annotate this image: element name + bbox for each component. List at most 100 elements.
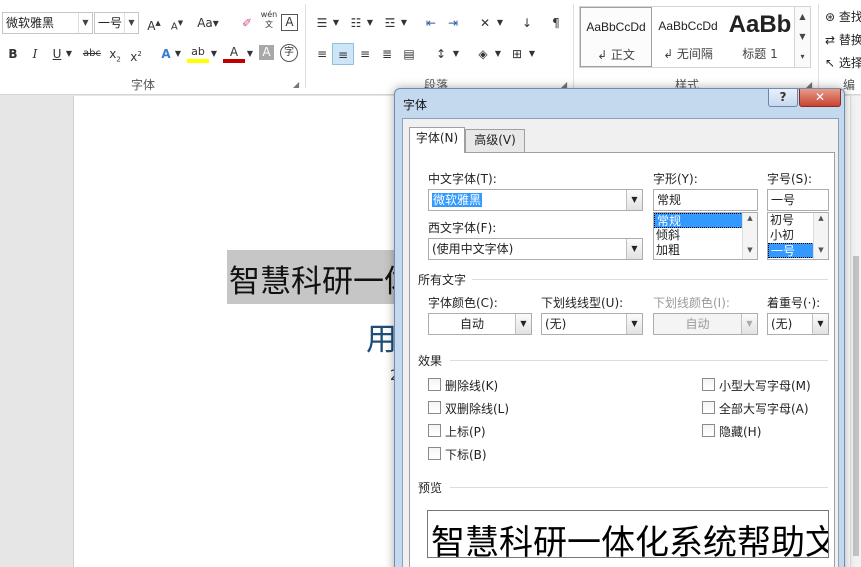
chevron-down-icon[interactable]: ▼ <box>450 43 462 65</box>
superscript-checkbox[interactable] <box>428 424 441 437</box>
shrink-font-icon[interactable]: A▼ <box>166 12 188 34</box>
sort-icon[interactable]: ↓ <box>516 12 538 34</box>
select-button[interactable]: ↖ 选择 <box>825 54 861 71</box>
superscript-label[interactable]: 上标(P) <box>445 423 486 440</box>
strikethrough-checkbox[interactable] <box>428 378 441 391</box>
document-title-text[interactable]: 智慧科研一体 <box>229 256 415 301</box>
chevron-down-icon[interactable]: ▼ <box>330 12 342 34</box>
subscript-icon[interactable]: x2 <box>104 43 126 65</box>
document-subtitle-text[interactable]: 用 <box>366 314 397 359</box>
chevron-down-icon[interactable]: ▼ <box>526 43 538 65</box>
font-size-input[interactable]: 一号 <box>767 189 829 211</box>
justify-icon[interactable]: ≣ <box>376 43 398 65</box>
chevron-down-icon[interactable]: ▼ <box>515 314 531 334</box>
enclose-characters-icon[interactable]: 字 <box>280 44 298 62</box>
gallery-scroll-down-icon[interactable]: ▼ <box>794 27 810 47</box>
chevron-down-icon[interactable]: ▼ <box>812 314 828 334</box>
chevron-down-icon[interactable]: ▼ <box>494 12 506 34</box>
chevron-down-icon[interactable]: ▼ <box>172 43 184 65</box>
replace-button[interactable]: ⇄ 替换 <box>825 31 861 48</box>
chevron-down-icon[interactable]: ▼ <box>626 239 642 259</box>
style-heading-1[interactable]: AaBb 标题 1 <box>724 7 796 67</box>
all-caps-label[interactable]: 全部大写字母(A) <box>719 400 809 417</box>
scroll-up-icon[interactable]: ▲ <box>743 214 757 222</box>
borders-icon[interactable]: ⊞ <box>506 43 528 65</box>
decrease-indent-icon[interactable]: ⇤ <box>420 12 442 34</box>
show-marks-icon[interactable]: ¶ <box>545 12 567 34</box>
chevron-down-icon[interactable]: ▼ <box>364 12 376 34</box>
section-divider <box>450 487 828 488</box>
scroll-down-icon[interactable]: ▼ <box>743 246 757 254</box>
font-color-icon[interactable]: A <box>223 43 245 63</box>
hidden-checkbox[interactable] <box>702 424 715 437</box>
chevron-down-icon[interactable]: ▼ <box>492 43 504 65</box>
scroll-up-icon[interactable]: ▲ <box>814 214 828 222</box>
shading-icon[interactable]: ◈ <box>472 43 494 65</box>
style-normal[interactable]: AaBbCcDd ↲ 正文 <box>580 7 652 67</box>
distributed-icon[interactable]: ▤ <box>398 43 420 65</box>
hidden-label[interactable]: 隐藏(H) <box>719 423 761 440</box>
increase-indent-icon[interactable]: ⇥ <box>442 12 464 34</box>
scroll-down-icon[interactable]: ▼ <box>814 246 828 254</box>
chevron-down-icon[interactable]: ▼ <box>208 43 220 65</box>
character-shading-icon[interactable]: A <box>259 45 274 60</box>
underline-style-value: (无) <box>545 317 567 331</box>
line-spacing-icon[interactable]: ↕ <box>430 43 452 65</box>
chevron-down-icon[interactable]: ▼ <box>62 43 76 65</box>
cn-font-combo[interactable]: 微软雅黑 ▼ <box>428 189 643 211</box>
help-button[interactable]: ? <box>768 89 798 107</box>
phonetic-guide-icon[interactable]: wén 文 <box>258 10 280 32</box>
emphasis-mark-combo[interactable]: (无) ▼ <box>767 313 829 335</box>
subscript-label[interactable]: 下标(B) <box>445 446 487 463</box>
all-caps-checkbox[interactable] <box>702 401 715 414</box>
list-scrollbar[interactable]: ▲ ▼ <box>813 213 828 259</box>
gallery-more-icon[interactable]: ▾ <box>794 47 810 67</box>
strikethrough-icon[interactable]: abc <box>80 43 104 65</box>
character-border-icon[interactable]: A <box>281 14 298 31</box>
align-center-icon[interactable]: ≡ <box>332 43 354 65</box>
chevron-down-icon: ▼ <box>741 314 757 334</box>
find-button[interactable]: ⊛ 查找 <box>825 8 861 25</box>
chevron-down-icon[interactable]: ▼ <box>244 43 256 65</box>
double-strikethrough-checkbox[interactable] <box>428 401 441 414</box>
small-caps-checkbox[interactable] <box>702 378 715 391</box>
chevron-down-icon[interactable]: ▼ <box>626 190 642 210</box>
chevron-down-icon[interactable]: ▼ <box>626 314 642 334</box>
highlight-icon[interactable]: ab <box>187 43 209 63</box>
align-right-icon[interactable]: ≡ <box>354 43 376 65</box>
underline-style-combo[interactable]: (无) ▼ <box>541 313 643 335</box>
bold-icon[interactable]: B <box>2 43 24 65</box>
font-size-combo[interactable]: 一号 ▼ <box>94 12 139 34</box>
grow-font-icon[interactable]: A▲ <box>143 12 165 34</box>
double-strikethrough-label[interactable]: 双删除线(L) <box>445 400 509 417</box>
font-dialog-launcher-icon[interactable]: ◢ <box>293 80 303 90</box>
font-size-list[interactable]: 初号 小初 一号 ▲ ▼ <box>767 212 829 260</box>
change-case-icon[interactable]: Aa▾ <box>193 12 223 34</box>
tab-advanced[interactable]: 高级(V) <box>465 129 525 152</box>
west-font-combo[interactable]: (使用中文字体) ▼ <box>428 238 643 260</box>
chevron-down-icon[interactable]: ▼ <box>78 13 92 33</box>
font-style-list[interactable]: 常规 倾斜 加粗 ▲ ▼ <box>653 212 758 260</box>
chevron-down-icon[interactable]: ▼ <box>124 13 138 33</box>
italic-icon[interactable]: I <box>24 43 46 65</box>
superscript-icon[interactable]: x2 <box>125 43 147 65</box>
close-button[interactable]: ✕ <box>799 89 841 107</box>
chevron-down-icon[interactable]: ▼ <box>398 12 410 34</box>
scrollbar-thumb[interactable] <box>853 256 859 556</box>
style-no-spacing[interactable]: AaBbCcDd ↲ 无间隔 <box>652 7 724 67</box>
align-left-icon[interactable]: ≡ <box>311 43 333 65</box>
list-scrollbar[interactable]: ▲ ▼ <box>742 213 757 259</box>
subscript-checkbox[interactable] <box>428 447 441 460</box>
preview-text: 智慧科研一体化系统帮助文 <box>431 523 829 558</box>
font-style-input[interactable]: 常规 <box>653 189 758 211</box>
chinese-layout-icon[interactable]: ✕ <box>474 12 496 34</box>
gallery-scroll-up-icon[interactable]: ▲ <box>794 7 810 27</box>
small-caps-label[interactable]: 小型大写字母(M) <box>719 377 811 394</box>
vertical-scrollbar[interactable] <box>850 96 861 567</box>
font-color-combo[interactable]: 自动 ▼ <box>428 313 532 335</box>
font-name-combo[interactable]: 微软雅黑 ▼ <box>2 12 93 34</box>
clear-formatting-icon[interactable]: ✐ <box>236 12 258 34</box>
strikethrough-label[interactable]: 删除线(K) <box>445 377 498 394</box>
find-label: 查找 <box>838 10 861 24</box>
tab-font[interactable]: 字体(N) <box>409 127 465 153</box>
